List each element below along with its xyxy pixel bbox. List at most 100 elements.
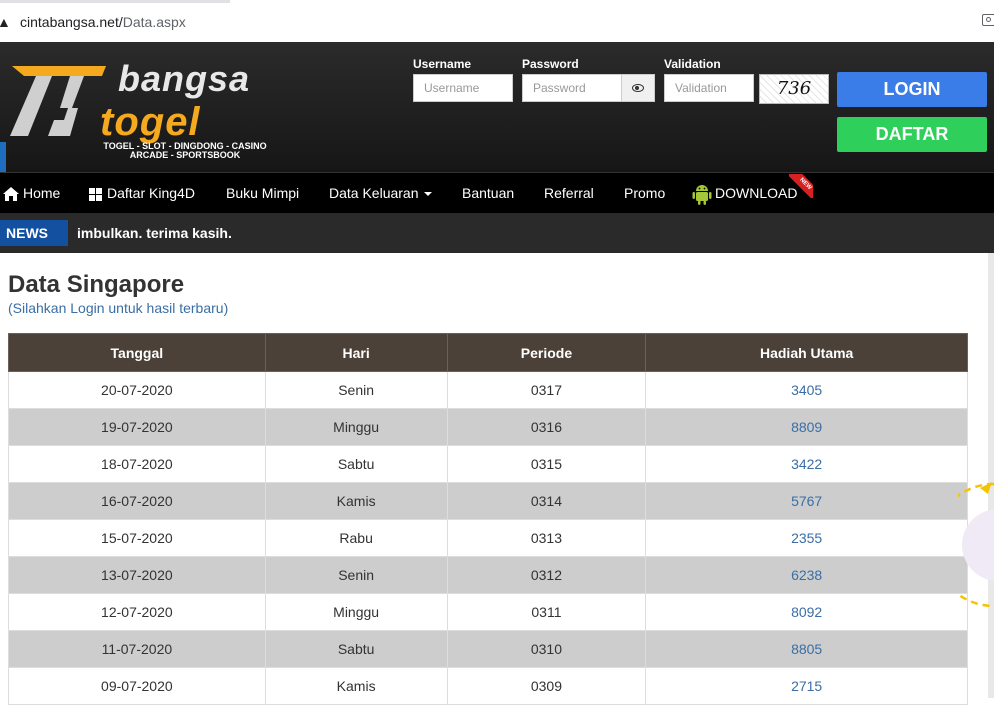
- news-text: imbulkan. terima kasih.: [77, 225, 232, 241]
- cell-hadiah-utama[interactable]: 6238: [645, 556, 968, 594]
- brand-tagline: TOGEL - SLOT - DINGDONG - CASINO ARCADE …: [90, 142, 280, 160]
- new-badge-text: NEW: [789, 174, 813, 198]
- nav-data-keluaran-label: Data Keluaran: [329, 185, 419, 201]
- cell-tanggal: 11-07-2020: [8, 630, 266, 668]
- results-table: Tanggal Hari Periode Hadiah Utama 20-07-…: [8, 333, 968, 705]
- validation-input[interactable]: [664, 74, 754, 102]
- scroll-edge: [988, 253, 994, 698]
- username-input[interactable]: [413, 74, 513, 102]
- brand-word-togel: togel: [100, 100, 201, 144]
- password-input[interactable]: [522, 74, 622, 102]
- nav-data-keluaran[interactable]: Data Keluaran: [329, 173, 432, 214]
- cell-hari: Rabu: [264, 519, 448, 557]
- cell-hari: Senin: [264, 556, 448, 594]
- cell-tanggal: 19-07-2020: [8, 408, 266, 446]
- cell-tanggal: 13-07-2020: [8, 556, 266, 594]
- browser-address-bar[interactable]: ▲ cintabangsa.net/Data.aspx: [0, 0, 994, 43]
- grid-icon: [89, 187, 102, 201]
- header-hari: Hari: [264, 333, 448, 372]
- cell-hari: Kamis: [264, 667, 448, 705]
- table-row: 16-07-2020 Kamis 0314 5767: [8, 482, 968, 520]
- table-row: 20-07-2020 Senin 0317 3405: [8, 371, 968, 409]
- nav-download[interactable]: DOWNLOAD: [692, 173, 797, 214]
- news-ticker: NEWS imbulkan. terima kasih.: [0, 213, 994, 253]
- cell-hadiah-utama[interactable]: 8092: [645, 593, 968, 631]
- cell-hadiah-utama[interactable]: 8805: [645, 630, 968, 668]
- nav-home-label: Home: [23, 185, 61, 201]
- captcha-image: 736: [759, 74, 829, 104]
- cell-tanggal: 09-07-2020: [8, 667, 266, 705]
- camera-icon[interactable]: [982, 14, 994, 26]
- cell-hadiah-utama[interactable]: 2715: [645, 667, 968, 705]
- cell-hadiah-utama[interactable]: 2355: [645, 519, 968, 557]
- page-subtitle: (Silahkan Login untuk hasil terbaru): [8, 300, 229, 316]
- eye-icon: [632, 84, 644, 92]
- cell-periode: 0316: [446, 408, 647, 446]
- cell-periode: 0317: [446, 371, 647, 409]
- cell-periode: 0314: [446, 482, 647, 520]
- header-hadiah-utama: Hadiah Utama: [645, 333, 968, 372]
- nav-daftar-king4d-label: Daftar King4D: [107, 185, 195, 201]
- cell-hadiah-utama[interactable]: 3405: [645, 371, 968, 409]
- url-path: Data.aspx: [122, 14, 186, 30]
- table-row: 13-07-2020 Senin 0312 6238: [8, 556, 968, 594]
- header-tanggal: Tanggal: [8, 333, 266, 372]
- page-title: Data Singapore: [8, 271, 185, 298]
- header-periode: Periode: [446, 333, 647, 372]
- secure-caret-icon: ▲: [0, 14, 11, 30]
- cell-periode: 0309: [446, 667, 647, 705]
- cell-periode: 0311: [446, 593, 647, 631]
- cell-tanggal: 18-07-2020: [8, 445, 266, 483]
- news-label: NEWS: [0, 220, 68, 246]
- chevron-down-icon: [423, 192, 432, 197]
- cell-hadiah-utama[interactable]: 3422: [645, 445, 968, 483]
- url-host: cintabangsa.net/: [20, 14, 123, 30]
- nav-referral-label: Referral: [544, 185, 594, 201]
- cell-hari: Sabtu: [264, 445, 448, 483]
- login-button[interactable]: LOGIN: [837, 72, 987, 107]
- nav-promo-label: Promo: [624, 185, 666, 201]
- cell-hadiah-utama[interactable]: 8809: [645, 408, 968, 446]
- table-row: 18-07-2020 Sabtu 0315 3422: [8, 445, 968, 483]
- table-row: 12-07-2020 Minggu 0311 8092: [8, 593, 968, 631]
- cell-periode: 0315: [446, 445, 647, 483]
- username-label: Username: [413, 57, 472, 71]
- cell-hari: Senin: [264, 371, 448, 409]
- nav-buku-mimpi-label: Buku Mimpi: [226, 185, 300, 201]
- nav-buku-mimpi[interactable]: Buku Mimpi: [226, 173, 299, 214]
- brand-logo-icon[interactable]: [8, 62, 108, 142]
- nav-referral[interactable]: Referral: [544, 173, 594, 214]
- android-icon: [692, 185, 712, 206]
- url-text[interactable]: cintabangsa.net/Data.aspx: [20, 14, 186, 30]
- table-row: 19-07-2020 Minggu 0316 8809: [8, 408, 968, 446]
- new-badge: NEW: [789, 174, 813, 198]
- cell-periode: 0310: [446, 630, 647, 668]
- nav-promo[interactable]: Promo: [624, 173, 665, 214]
- cell-tanggal: 16-07-2020: [8, 482, 266, 520]
- table-row: 15-07-2020 Rabu 0313 2355: [8, 519, 968, 557]
- home-icon: [3, 187, 19, 202]
- table-row: 11-07-2020 Sabtu 0310 8805: [8, 630, 968, 668]
- daftar-button[interactable]: DAFTAR: [837, 117, 987, 152]
- cell-tanggal: 20-07-2020: [8, 371, 266, 409]
- nav-daftar-king4d[interactable]: Daftar King4D: [89, 173, 195, 214]
- nav-bantuan[interactable]: Bantuan: [462, 173, 514, 214]
- cell-periode: 0312: [446, 556, 647, 594]
- show-password-button[interactable]: [621, 74, 655, 102]
- table-row: 09-07-2020 Kamis 0309 2715: [8, 667, 968, 705]
- cell-hari: Kamis: [264, 482, 448, 520]
- floating-widget-icon[interactable]: [958, 480, 994, 610]
- password-label: Password: [522, 57, 579, 71]
- cell-periode: 0313: [446, 519, 647, 557]
- nav-download-label: DOWNLOAD: [715, 185, 798, 201]
- browser-tab-edge: [0, 0, 230, 3]
- side-tab[interactable]: [0, 142, 6, 172]
- validation-label: Validation: [664, 57, 721, 71]
- cell-tanggal: 15-07-2020: [8, 519, 266, 557]
- nav-home[interactable]: Home: [3, 173, 60, 214]
- nav-bantuan-label: Bantuan: [462, 185, 515, 201]
- brand-tagline-line2: ARCADE - SPORTSBOOK: [129, 150, 241, 160]
- main-nav: Home Daftar King4D Buku Mimpi Data Kelua…: [0, 172, 994, 214]
- cell-hari: Sabtu: [264, 630, 448, 668]
- cell-hadiah-utama[interactable]: 5767: [645, 482, 968, 520]
